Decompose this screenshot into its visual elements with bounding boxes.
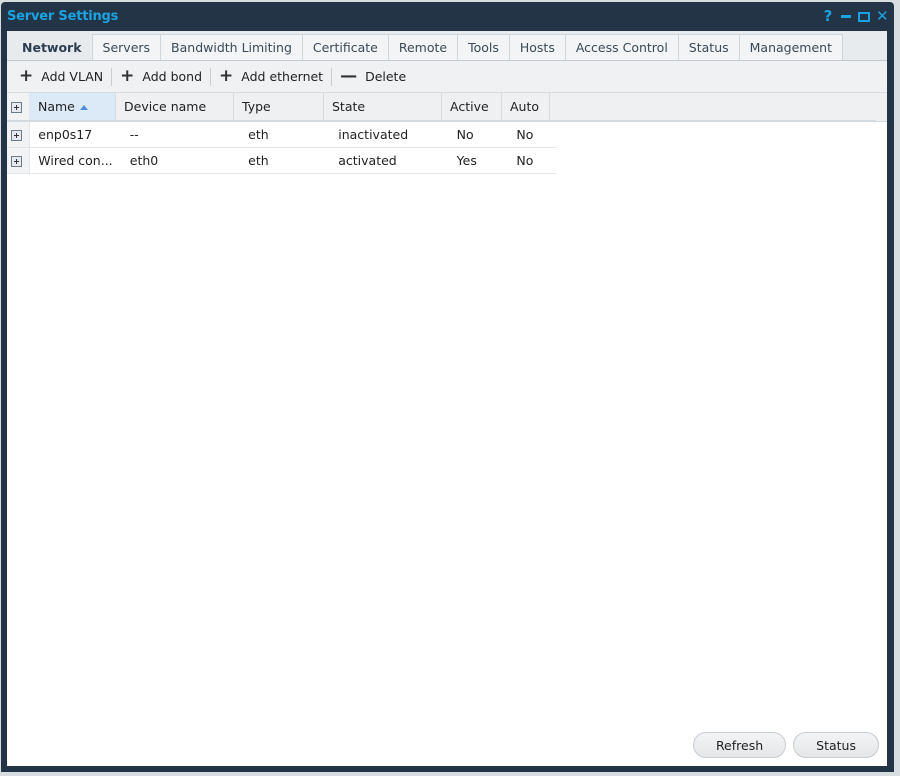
cell-name: enp0s17 (29, 122, 122, 148)
cell-auto: No (508, 122, 556, 148)
add-vlan-label: Add VLAN (41, 69, 104, 84)
cell-state: activated (330, 147, 449, 174)
column-label: Name (38, 99, 75, 114)
delete-label: Delete (365, 69, 407, 84)
column-header-name[interactable]: Name (29, 93, 116, 121)
add-bond-label: Add bond (142, 69, 203, 84)
window-content: Network Servers Bandwidth Limiting Certi… (7, 31, 887, 766)
column-header-type[interactable]: Type (233, 93, 324, 121)
add-ethernet-label: Add ethernet (241, 69, 324, 84)
tab-certificate[interactable]: Certificate (301, 34, 389, 60)
delete-button[interactable]: — Delete (332, 68, 414, 85)
table-row[interactable]: Wired con... eth0 eth activated Yes No (7, 147, 556, 174)
minimize-icon[interactable] (840, 6, 852, 26)
expand-all-header[interactable] (7, 93, 30, 121)
maximize-icon[interactable] (858, 6, 870, 26)
network-toolbar: + Add VLAN + Add bond + Add ethernet — D… (7, 61, 887, 93)
minus-icon: — (340, 66, 358, 86)
column-header-filler (549, 93, 876, 121)
cell-type: eth (240, 147, 331, 174)
tab-servers[interactable]: Servers (91, 34, 162, 60)
expand-row-icon[interactable] (11, 156, 22, 167)
tab-management[interactable]: Management (738, 34, 843, 60)
column-header-active[interactable]: Active (441, 93, 502, 121)
sort-ascending-icon (79, 105, 88, 110)
refresh-button[interactable]: Refresh (692, 732, 787, 758)
add-ethernet-button[interactable]: + Add ethernet (211, 68, 331, 85)
tab-remote[interactable]: Remote (387, 34, 459, 60)
tab-bandwidth-limiting[interactable]: Bandwidth Limiting (160, 34, 303, 60)
tab-network[interactable]: Network (11, 34, 93, 60)
title-bar[interactable]: Server Settings ? ✕ (1, 2, 894, 31)
column-header-auto[interactable]: Auto (501, 93, 550, 121)
row-expander[interactable] (7, 122, 31, 148)
expand-all-icon[interactable] (11, 102, 22, 113)
tab-access-control[interactable]: Access Control (564, 34, 679, 60)
cell-active: No (448, 122, 509, 148)
tab-bar: Network Servers Bandwidth Limiting Certi… (7, 31, 887, 61)
row-expander[interactable] (7, 147, 31, 174)
cell-device-name: -- (121, 122, 241, 148)
cell-name: Wired con... (29, 147, 122, 174)
window-controls: ? ✕ (822, 6, 889, 26)
column-header-state[interactable]: State (323, 93, 442, 121)
plus-icon: + (219, 66, 234, 86)
add-vlan-button[interactable]: + Add VLAN (11, 68, 111, 85)
status-button[interactable]: Status (793, 732, 879, 758)
tab-hosts[interactable]: Hosts (508, 34, 566, 60)
add-bond-button[interactable]: + Add bond (112, 68, 210, 85)
grid-header-bar: Name Device name Type State Active Auto (7, 93, 887, 122)
grid-header-row: Name Device name Type State Active Auto (7, 93, 876, 121)
plus-icon: + (120, 66, 135, 86)
plus-icon: + (19, 66, 34, 86)
tab-tools[interactable]: Tools (457, 34, 510, 60)
cell-auto: No (508, 147, 556, 174)
connections-grid-body: enp0s17 -- eth inactivated No No Wired c… (7, 122, 556, 174)
connections-grid: Name Device name Type State Active Auto (7, 93, 876, 121)
expand-row-icon[interactable] (11, 130, 22, 141)
cell-active: Yes (448, 147, 509, 174)
server-settings-window: Server Settings ? ✕ Network Servers Band… (1, 2, 894, 772)
footer-buttons: Refresh Status (692, 732, 879, 758)
tab-status[interactable]: Status (677, 34, 740, 60)
cell-type: eth (240, 122, 331, 148)
close-icon[interactable]: ✕ (876, 6, 889, 26)
column-header-device-name[interactable]: Device name (115, 93, 234, 121)
table-row[interactable]: enp0s17 -- eth inactivated No No (7, 122, 556, 148)
cell-state: inactivated (330, 122, 449, 148)
window-title: Server Settings (7, 9, 119, 24)
cell-device-name: eth0 (121, 147, 241, 174)
help-icon[interactable]: ? (822, 6, 834, 26)
